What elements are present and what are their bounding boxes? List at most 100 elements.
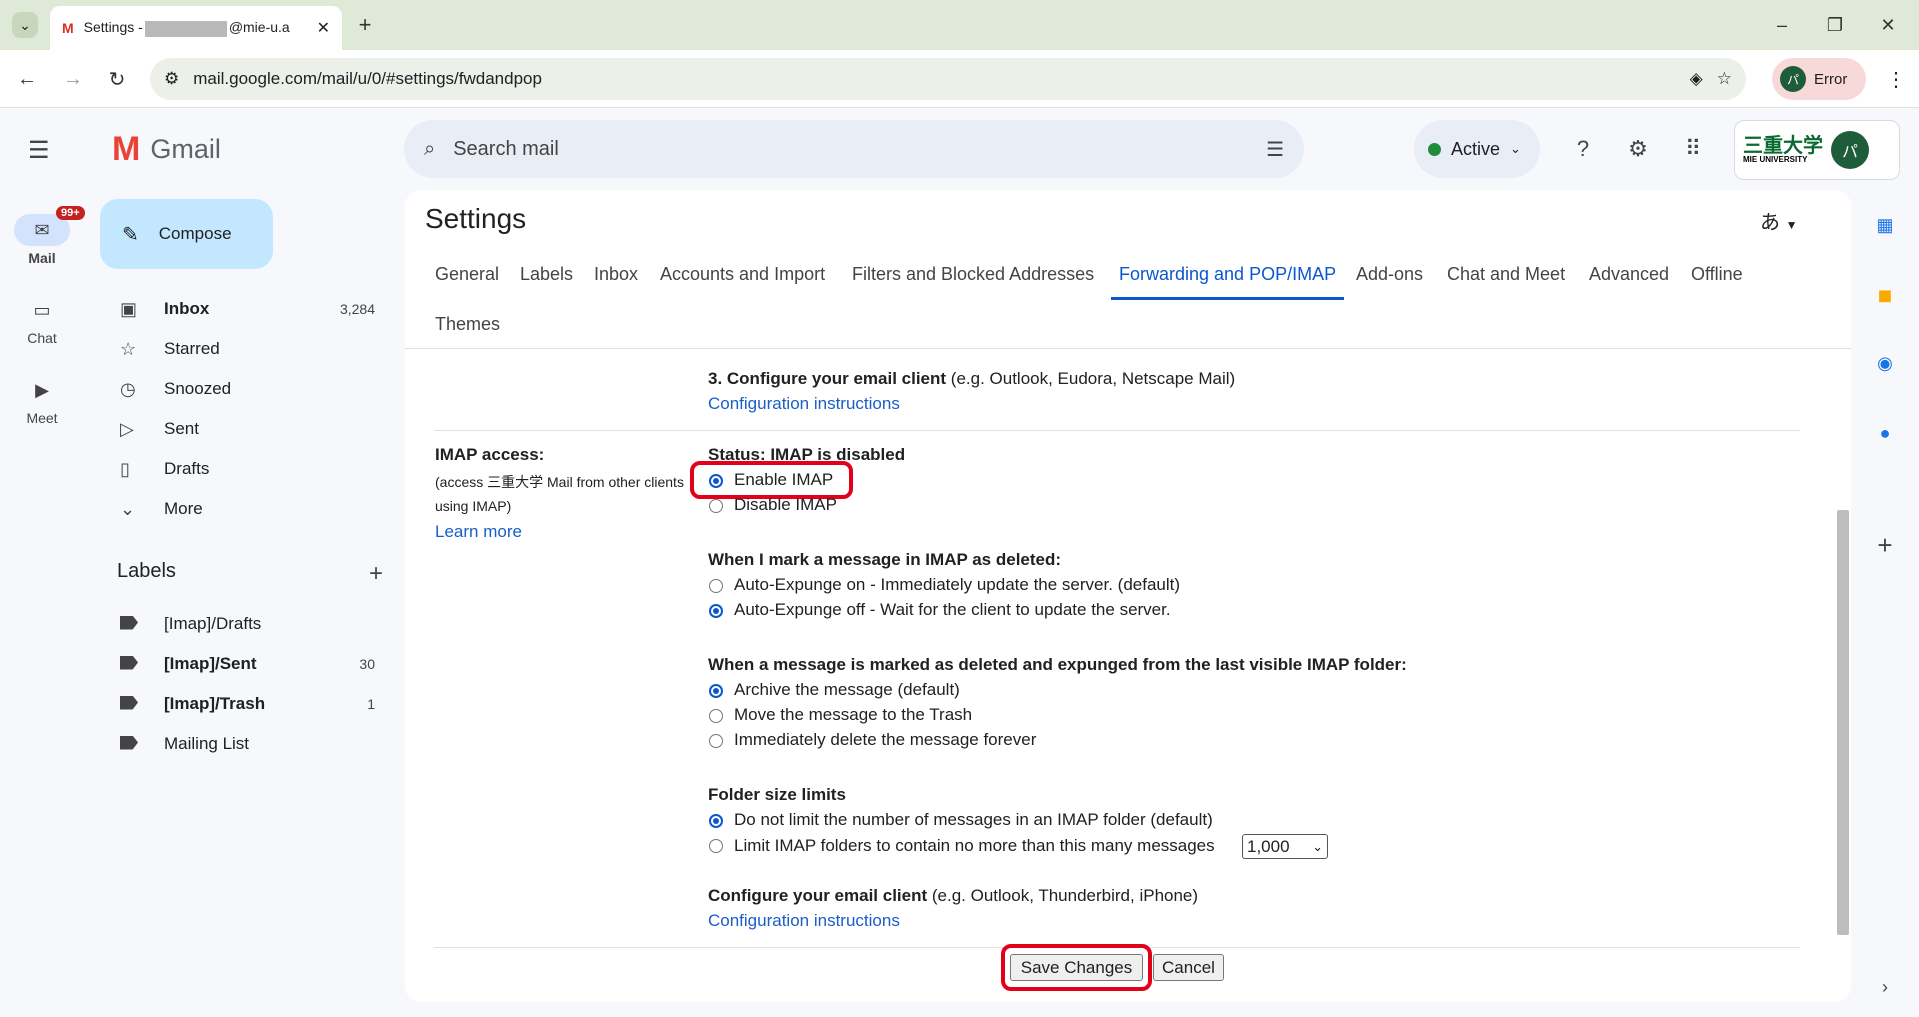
gmail-m-icon: M bbox=[112, 130, 141, 168]
profile-status: Error bbox=[1814, 70, 1848, 88]
minimize-button[interactable]: – bbox=[1762, 12, 1802, 38]
bookmark-star-icon[interactable]: ☆ bbox=[1717, 69, 1732, 89]
expunge-off-radio[interactable] bbox=[709, 604, 723, 618]
nav-label: Sent bbox=[164, 419, 199, 438]
nav-inbox[interactable]: ▣ Inbox 3,284 bbox=[100, 289, 390, 329]
scrollbar-thumb[interactable] bbox=[1837, 510, 1849, 935]
tab-inbox[interactable]: Inbox bbox=[594, 264, 638, 285]
tab-filters[interactable]: Filters and Blocked Addresses bbox=[852, 264, 1094, 285]
reload-button[interactable]: ↻ bbox=[104, 66, 130, 92]
input-tools-button[interactable]: あ ▼ bbox=[1760, 206, 1797, 235]
tab-accounts[interactable]: Accounts and Import bbox=[660, 264, 825, 285]
archive-radio[interactable] bbox=[709, 684, 723, 698]
learn-more-link[interactable]: Learn more bbox=[435, 522, 522, 542]
profile-button[interactable]: パ Error bbox=[1772, 58, 1866, 100]
chevron-down-icon: ⌄ bbox=[1312, 838, 1323, 854]
gmail-favicon-icon: M bbox=[62, 20, 74, 36]
cancel-button[interactable]: Cancel bbox=[1153, 954, 1224, 981]
search-input[interactable]: Search mail bbox=[453, 138, 1248, 161]
close-window-button[interactable]: ✕ bbox=[1868, 12, 1908, 38]
gmail-logo[interactable]: M Gmail bbox=[112, 130, 221, 169]
calendar-icon[interactable]: ▦ bbox=[1870, 210, 1900, 240]
label-mailing-list[interactable]: Mailing List bbox=[100, 724, 390, 764]
tab-offline[interactable]: Offline bbox=[1691, 264, 1743, 285]
label-imap-drafts[interactable]: [Imap]/Drafts bbox=[100, 604, 390, 644]
tab-chat-meet[interactable]: Chat and Meet bbox=[1447, 264, 1565, 285]
label-imap-sent[interactable]: [Imap]/Sent 30 bbox=[100, 644, 390, 684]
search-options-icon[interactable]: ☰ bbox=[1266, 137, 1284, 162]
compose-button[interactable]: ✎ Compose bbox=[100, 199, 273, 269]
rail-mail[interactable]: ✉ 99+ Mail bbox=[0, 206, 85, 266]
site-settings-icon[interactable]: ⚙ bbox=[164, 69, 179, 89]
search-icon[interactable]: ⌕ bbox=[424, 138, 435, 161]
draft-icon: ▯ bbox=[120, 458, 130, 479]
pop-step3-text: 3. Configure your email client (e.g. Out… bbox=[708, 369, 1235, 389]
tab-advanced[interactable]: Advanced bbox=[1589, 264, 1669, 285]
expunge-on-label[interactable]: Auto-Expunge on - Immediately update the… bbox=[734, 575, 1180, 595]
label-icon bbox=[120, 695, 138, 710]
client-config-text: Configure your email client (e.g. Outloo… bbox=[708, 886, 1198, 906]
user-avatar[interactable]: パ bbox=[1831, 131, 1869, 169]
tab-general[interactable]: General bbox=[435, 264, 499, 285]
limit-select[interactable]: 1,000 ⌄ bbox=[1242, 834, 1328, 859]
nav-snoozed[interactable]: ◷ Snoozed bbox=[100, 369, 390, 409]
tab-addons[interactable]: Add-ons bbox=[1356, 264, 1423, 285]
restore-button[interactable]: ❐ bbox=[1815, 12, 1855, 38]
archive-label[interactable]: Archive the message (default) bbox=[734, 680, 960, 700]
chevron-right-icon[interactable]: › bbox=[1870, 972, 1900, 1002]
nav-drafts[interactable]: ▯ Drafts bbox=[100, 449, 390, 489]
labels-heading: Labels bbox=[117, 560, 176, 582]
disable-imap-label[interactable]: Disable IMAP bbox=[734, 495, 837, 515]
forward-button[interactable]: → bbox=[60, 66, 86, 92]
contacts-icon[interactable]: ● bbox=[1870, 418, 1900, 448]
add-label-icon[interactable]: + bbox=[369, 560, 383, 588]
nav-sent[interactable]: ▷ Sent bbox=[100, 409, 390, 449]
rail-chat[interactable]: ▭ Chat bbox=[0, 294, 84, 347]
extension-icon[interactable]: ◈ bbox=[1690, 69, 1703, 89]
help-icon[interactable]: ? bbox=[1567, 133, 1599, 165]
disable-imap-radio[interactable] bbox=[709, 499, 723, 513]
nav-more[interactable]: ⌄ More bbox=[100, 489, 390, 529]
move-trash-label[interactable]: Move the message to the Trash bbox=[734, 705, 972, 725]
delete-forever-radio[interactable] bbox=[709, 734, 723, 748]
tasks-icon[interactable]: ◉ bbox=[1870, 348, 1900, 378]
pop-step3-bold: 3. Configure your email client bbox=[708, 369, 947, 388]
no-limit-label[interactable]: Do not limit the number of messages in a… bbox=[734, 810, 1213, 830]
limit-label[interactable]: Limit IMAP folders to contain no more th… bbox=[734, 836, 1215, 856]
tab-forwarding[interactable]: Forwarding and POP/IMAP bbox=[1111, 264, 1345, 300]
apps-grid-icon[interactable]: ⠿ bbox=[1677, 133, 1709, 165]
keep-icon[interactable]: ◼ bbox=[1870, 280, 1900, 310]
expunge-off-label[interactable]: Auto-Expunge off - Wait for the client t… bbox=[734, 600, 1171, 620]
config-instructions-link-pop[interactable]: Configuration instructions bbox=[708, 394, 900, 414]
browser-menu-icon[interactable]: ⋮ bbox=[1884, 66, 1908, 92]
tab-labels[interactable]: Labels bbox=[520, 264, 573, 285]
main-menu-icon[interactable]: ☰ bbox=[28, 136, 50, 165]
add-addon-icon[interactable]: + bbox=[1870, 530, 1900, 560]
tab-list-button[interactable]: ⌄ bbox=[12, 12, 38, 38]
move-trash-radio[interactable] bbox=[709, 709, 723, 723]
omnibox[interactable]: ⚙ mail.google.com/mail/u/0/#settings/fwd… bbox=[150, 58, 1746, 100]
tab-themes[interactable]: Themes bbox=[435, 314, 500, 335]
search-bar[interactable]: ⌕ Search mail ☰ bbox=[404, 120, 1304, 178]
settings-gear-icon[interactable]: ⚙ bbox=[1622, 133, 1654, 165]
rail-meet[interactable]: ▶ Meet bbox=[0, 374, 84, 427]
label-count: 30 bbox=[359, 656, 375, 672]
close-tab-icon[interactable]: ✕ bbox=[317, 18, 330, 38]
url-text[interactable]: mail.google.com/mail/u/0/#settings/fwdan… bbox=[193, 69, 1675, 89]
config-instructions-link-imap[interactable]: Configuration instructions bbox=[708, 911, 900, 931]
back-button[interactable]: ← bbox=[14, 66, 40, 92]
section-divider bbox=[434, 430, 1800, 431]
label-imap-trash[interactable]: [Imap]/Trash 1 bbox=[100, 684, 390, 724]
limit-radio[interactable] bbox=[709, 839, 723, 853]
status-dropdown[interactable]: Active ⌄ bbox=[1414, 120, 1540, 178]
browser-tab[interactable]: M Settings - @mie-u.a ✕ bbox=[50, 6, 342, 50]
expunge-on-radio[interactable] bbox=[709, 579, 723, 593]
rail-chat-label: Chat bbox=[27, 330, 57, 346]
no-limit-radio[interactable] bbox=[709, 814, 723, 828]
new-tab-button[interactable]: + bbox=[352, 12, 378, 38]
account-switcher[interactable]: 三重大学 MIE UNIVERSITY パ bbox=[1734, 120, 1900, 180]
nav-starred[interactable]: ☆ Starred bbox=[100, 329, 390, 369]
delete-forever-label[interactable]: Immediately delete the message forever bbox=[734, 730, 1036, 750]
imap-desc-line1: (access 三重大学 Mail from other clients bbox=[435, 474, 684, 490]
nav-label: Snoozed bbox=[164, 379, 232, 398]
